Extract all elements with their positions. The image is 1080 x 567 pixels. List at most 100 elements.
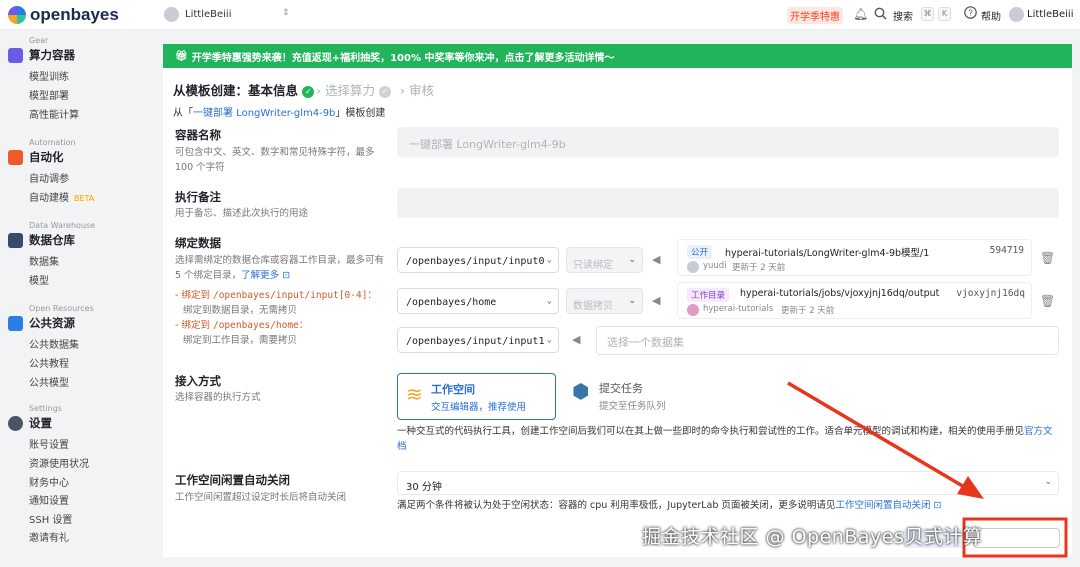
help-label[interactable]: 帮助 (981, 8, 1001, 23)
mode-submit-task[interactable]: ⬢ 提交任务 提交至任务队列 (564, 373, 724, 420)
sidebar-item-ssh[interactable]: SSH 设置 (29, 511, 72, 526)
field-desc-bind-2: 5 个绑定目录，了解更多 ⊡ (175, 268, 290, 283)
main-panel: 🎁︎ 开学季特惠强势来袭！充值返现+福利抽奖，100% 中奖率等你来冲，点击了解… (163, 44, 1072, 557)
user-name: LittleBeiii (1027, 9, 1074, 20)
note-text: 一种交互式的代码执行工具，创建工作空间后我们可以在其上做一些即时的命令执行和尝试… (397, 426, 1025, 437)
updated-text: 更新于 2 天前 (781, 306, 835, 316)
promo-badge[interactable]: 开学季特惠 (787, 7, 843, 24)
step-label: 选择算力 (324, 83, 375, 98)
automation-icon (8, 149, 23, 165)
group-eng-automation: Automation (29, 138, 76, 147)
sidebar-item-datasets[interactable]: 数据集 (29, 253, 59, 268)
idle-timeout-select[interactable]: 30 分钟 ⌄ (397, 471, 1059, 495)
banner-text: 开学季特惠强势来袭！充值返现+福利抽奖，100% 中奖率等你来冲，点击了解更多活… (191, 52, 615, 64)
gear-icon (8, 415, 23, 431)
field-title-access: 接入方式 (175, 374, 221, 388)
trash-icon[interactable]: 🗑︎ (1040, 294, 1055, 308)
access-note: 一种交互式的代码执行工具，创建工作空间后我们可以在其上做一些即时的命令执行和尝试… (397, 424, 1057, 454)
jupyter-icon: ≋ (406, 382, 423, 406)
search-icon[interactable] (874, 7, 887, 23)
sidebar-item-hpc[interactable]: 高性能计算 (29, 106, 79, 121)
container-name-input[interactable]: 一键部署 LongWriter-glm4-9b (397, 127, 1059, 157)
template-link[interactable]: 一键部署 LongWriter-glm4-9b (193, 108, 335, 119)
dataset-title: hyperai-tutorials/LongWriter-glm4-9b模型/1 (725, 248, 930, 259)
bind-rule-1-desc: 绑定到数据目录，无需拷贝 (183, 305, 298, 316)
bind-mode-select-0[interactable]: 只读绑定 ⌄ (566, 247, 643, 273)
group-warehouse[interactable]: 数据仓库 (8, 232, 75, 248)
chevron-down-icon: ⌄ (628, 296, 636, 306)
bind-path-select-0[interactable]: /openbayes/input/input0 ⌄ (397, 247, 559, 273)
step-label: 审核 (408, 83, 434, 98)
select-value: 30 分钟 (406, 482, 442, 493)
user-avatar (1009, 7, 1024, 22)
rule-text: - 绑定到 (175, 320, 210, 331)
sidebar-item-usage[interactable]: 资源使用状况 (29, 455, 89, 470)
group-title: 自动化 (29, 150, 64, 164)
updown-chevron-icon[interactable]: ⇕ (282, 8, 290, 18)
field-desc-idle: 工作空间闲置超过设定时长后将自动关闭 (175, 492, 347, 503)
search-label[interactable]: 搜索 (893, 8, 913, 23)
group-eng-warehouse: Data Warehouse (29, 221, 96, 230)
rule-path: /openbayes/input/input[0-4] (212, 290, 368, 301)
field-title-name: 容器名称 (175, 128, 221, 142)
field-desc-access: 选择容器的执行方式 (175, 392, 261, 403)
sidebar-item-public-tutorials[interactable]: 公共教程 (29, 355, 69, 370)
group-automation[interactable]: 自动化 (8, 149, 64, 165)
bound-dataset-card[interactable]: 公开 hyperai-tutorials/LongWriter-glm4-9b模… (677, 239, 1032, 276)
external-link-icon[interactable]: ⊡ (282, 270, 290, 281)
public-tag: 公开 (687, 245, 713, 259)
external-link-icon[interactable]: ⊡ (933, 500, 941, 511)
group-settings[interactable]: 设置 (8, 415, 52, 431)
check-circle-icon: ✓ (378, 85, 391, 98)
group-gear[interactable]: 算力容器 (8, 47, 75, 63)
idle-note: 满足两个条件将被认为处于空闲状态：容器的 cpu 利用率极低，JupyterLa… (397, 497, 1057, 511)
sidebar-item-finance[interactable]: 财务中心 (29, 474, 69, 489)
sidebar-item-public-models[interactable]: 公共模型 (29, 374, 69, 389)
field-desc-name-1: 可包含中文、英文、数字和常见特殊字符，最多 (175, 147, 375, 158)
field-title-idle: 工作空间闲置自动关闭 (175, 473, 290, 487)
svg-text:?: ? (968, 9, 973, 18)
trash-icon[interactable]: 🗑︎ (1040, 251, 1055, 265)
select-value: /openbayes/input/input0 (406, 256, 545, 267)
sidebar-item-invite[interactable]: 邀请有礼 (29, 529, 69, 544)
bind-mode-select-1[interactable]: 数据拷贝 ⌄ (566, 288, 643, 314)
bound-workdir-card[interactable]: 工作目录 hyperai-tutorials/jobs/vjoxyjnj16dq… (677, 282, 1032, 319)
group-eng-gear: Gear (29, 36, 49, 45)
sidebar-item-automodel[interactable]: 自动建模 BETA (29, 189, 97, 204)
promo-banner[interactable]: 🎁︎ 开学季特惠强势来袭！充值返现+福利抽奖，100% 中奖率等你来冲，点击了解… (163, 44, 1072, 68)
learn-more-link[interactable]: 了解更多 (241, 270, 279, 281)
bind-path-select-1[interactable]: /openbayes/home ⌄ (397, 288, 559, 314)
sidebar-item-deploy[interactable]: 模型部署 (29, 87, 69, 102)
sidebar-item-notify[interactable]: 通知设置 (29, 492, 69, 507)
sidebar-item-account[interactable]: 账号设置 (29, 436, 69, 451)
dataset-picker[interactable]: 选择一个数据集 (596, 326, 1059, 355)
logo-mark-icon (8, 6, 26, 24)
brand-logo[interactable]: openbayes (8, 5, 119, 25)
idle-doc-link[interactable]: 工作空间闲置自动关闭 (835, 500, 930, 511)
user-menu[interactable]: LittleBeiii (1009, 7, 1073, 22)
sidebar-item-models[interactable]: 模型 (29, 272, 49, 287)
field-desc-name-2: 100 个字符 (175, 162, 225, 173)
field-title-note: 执行备注 (175, 190, 221, 204)
sidebar-item-autotune[interactable]: 自动调参 (29, 170, 69, 185)
group-title: 算力容器 (29, 48, 75, 62)
bell-icon[interactable]: 🔔︎ (853, 7, 868, 21)
bind-path-select-2[interactable]: /openbayes/input/input1 ⌄ (397, 327, 559, 353)
docs-link[interactable]: 官方 (1024, 426, 1043, 437)
group-open-resources[interactable]: 公共资源 (8, 315, 75, 331)
workspace-avatar (164, 7, 179, 22)
template-source: 从「一键部署 LongWriter-glm4-9b」模板创建 (173, 104, 385, 119)
sidebar-item-train[interactable]: 模型训练 (29, 68, 69, 83)
help-icon[interactable]: ? (964, 6, 977, 22)
database-icon (8, 232, 23, 248)
next-button[interactable] (973, 528, 1060, 548)
workspace-switcher[interactable]: LittleBeiii (164, 7, 231, 22)
mode-workspace[interactable]: ≋ 工作空间 交互编辑器，推荐使用 (397, 373, 556, 420)
brand-name: openbayes (30, 5, 119, 24)
note-input[interactable] (397, 188, 1059, 218)
sidebar-item-public-datasets[interactable]: 公共数据集 (29, 336, 79, 351)
rule-text: - 绑定到 (175, 290, 210, 301)
field-desc-note: 用于备忘、描述此次执行的用途 (175, 208, 309, 219)
owner-avatar (687, 304, 699, 316)
select-value: /openbayes/input/input1 (406, 336, 545, 347)
